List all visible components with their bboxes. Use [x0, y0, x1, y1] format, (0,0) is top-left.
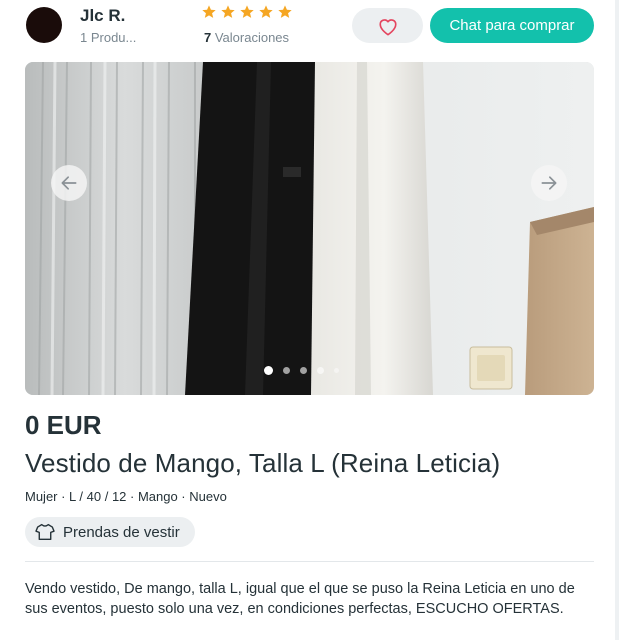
seller-avatar[interactable] — [26, 7, 62, 43]
seller-header: Jlc R. 1 Produ... 7 Valoraciones Chat pa… — [0, 0, 619, 52]
heart-icon — [378, 18, 397, 35]
rating-summary[interactable]: 7 Valoraciones — [204, 30, 289, 45]
page-edge — [615, 0, 619, 640]
carousel-dot[interactable] — [300, 367, 307, 374]
rating-label: Valoraciones — [211, 30, 290, 45]
chat-to-buy-button[interactable]: Chat para comprar — [430, 8, 594, 43]
carousel-dot[interactable] — [317, 367, 324, 374]
star-icon — [259, 5, 273, 18]
carousel-dot[interactable] — [334, 368, 339, 373]
rating-stars — [201, 4, 293, 20]
arrow-right-icon — [541, 176, 557, 190]
shirt-icon — [35, 523, 55, 541]
category-label: Prendas de vestir — [63, 523, 180, 541]
arrow-left-icon — [61, 176, 77, 190]
product-description: Vendo vestido, De mango, talla L, igual … — [25, 581, 575, 617]
carousel-pagination — [264, 366, 339, 375]
carousel-next-button[interactable] — [531, 165, 567, 201]
product-title: Vestido de Mango, Talla L (Reina Leticia… — [25, 448, 501, 478]
category-chip[interactable]: Prendas de vestir — [25, 517, 195, 547]
product-attributes: Mujer · L / 40 / 12 · Mango · Nuevo — [25, 489, 227, 504]
favorite-button[interactable] — [352, 8, 423, 43]
product-photo — [25, 62, 594, 395]
image-carousel[interactable] — [25, 62, 594, 395]
star-icon — [278, 5, 292, 18]
divider — [25, 561, 594, 562]
seller-products-count: 1 Produ... — [80, 30, 137, 45]
star-icon — [240, 5, 254, 18]
product-page: Jlc R. 1 Produ... 7 Valoraciones Chat pa… — [0, 0, 619, 640]
carousel-dot[interactable] — [264, 366, 273, 375]
seller-name[interactable]: Jlc R. — [80, 6, 125, 26]
star-icon — [221, 5, 235, 18]
carousel-prev-button[interactable] — [51, 165, 87, 201]
carousel-dot[interactable] — [283, 367, 290, 374]
star-icon — [202, 5, 216, 18]
product-price: 0 EUR — [25, 410, 102, 440]
